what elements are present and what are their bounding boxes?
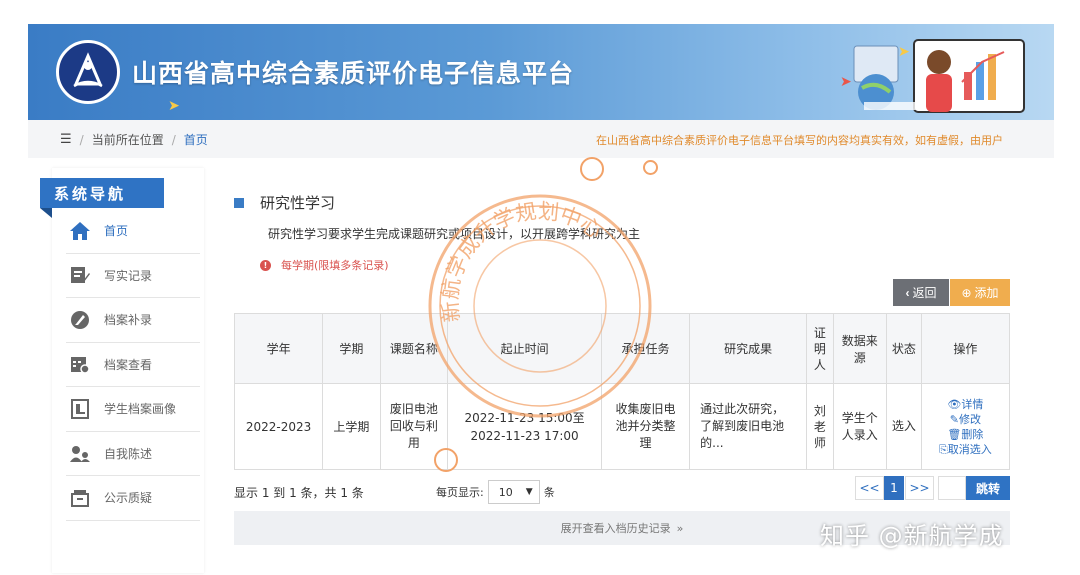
sidebar-item-publicity[interactable]: 公示质疑 — [66, 476, 200, 521]
cell-result: 通过此次研究，了解到废旧电池的... — [689, 383, 807, 470]
cell-year: 2022-2023 — [233, 383, 324, 470]
notice-marquee: 在山西省高中综合素质评价电子信息平台填写的内容均真实有效，如有虚假，由用户 — [596, 134, 1003, 147]
page-size-select[interactable]: 10 ▼ — [487, 480, 540, 504]
sidebar-nav: 首页 写实记录 档案补录 档案查看 学生档案画像 自我陈述 公示质疑 — [66, 209, 200, 521]
cell-task: 收集废旧电池并分类整理 — [600, 383, 691, 470]
unselect-link[interactable]: ⎘取消选入 — [926, 442, 1005, 457]
column-header: 状态 — [885, 313, 922, 384]
plus-circle-icon: ⊕ — [961, 285, 972, 300]
breadcrumb: ☰ / 当前所在位置 / 首页 — [60, 131, 208, 148]
chevron-down-icon: ▼ — [525, 487, 533, 497]
sidebar-item-portrait[interactable]: 学生档案画像 — [66, 387, 200, 432]
home-icon — [66, 220, 94, 242]
table-row: 2022-2023 上学期 废旧电池回收与利用 2022-11-23 15:00… — [233, 383, 1011, 470]
cell-term: 上学期 — [322, 383, 381, 470]
site-header: 山西省高中综合素质评价电子信息平台 ➤ ➤ ➤ — [28, 24, 1054, 120]
column-header: 操作 — [920, 313, 1011, 384]
chevron-left-icon: ‹ — [905, 285, 910, 300]
sidebar-item-label: 学生档案画像 — [104, 402, 177, 417]
cell-topic: 废旧电池回收与利用 — [379, 383, 449, 470]
sidebar-item-label: 公示质疑 — [104, 491, 153, 506]
column-header: 研究成果 — [689, 313, 807, 384]
edit-note-icon — [66, 264, 94, 286]
warning-text: 每学期(限填多条记录) — [281, 259, 389, 272]
notice-box-icon — [66, 487, 94, 509]
column-header: 课题名称 — [379, 313, 449, 384]
current-page-button[interactable]: 1 — [884, 476, 904, 500]
sidebar-item-supplement[interactable]: 档案补录 — [66, 298, 200, 343]
eye-icon: 👁 — [947, 397, 962, 411]
profile-doc-icon — [66, 398, 94, 420]
edit-icon: ✎ — [949, 412, 959, 426]
page-frame: 山西省高中综合素质评价电子信息平台 ➤ ➤ ➤ ☰ / 当前所在位置 / 首页 … — [0, 0, 1080, 575]
section-title-text: 研究性学习 — [260, 194, 336, 212]
page-size-value: 10 — [498, 485, 513, 499]
column-header: 起止时间 — [447, 313, 602, 384]
sidebar-item-label: 写实记录 — [104, 268, 153, 283]
sidebar-item-view[interactable]: 档案查看 — [66, 343, 200, 387]
back-button[interactable]: ‹ 返回 — [893, 279, 949, 306]
trash-icon: 🗑 — [947, 427, 962, 441]
expand-history-label: 展开查看入档历史记录 — [560, 522, 671, 535]
section-title: 研究性学习 — [234, 192, 335, 213]
breadcrumb-current[interactable]: 首页 — [184, 131, 208, 148]
cell-source: 学生个人录入 — [832, 383, 887, 470]
page-size-unit: 条 — [543, 486, 555, 499]
cell-witness: 刘老师 — [806, 383, 834, 470]
cell-operations: 👁详情 ✎修改 🗑删除 ⎘取消选入 — [920, 383, 1011, 470]
research-table: 学年 学期 课题名称 起止时间 承担任务 研究成果 证明人 数据来源 状态 操作… — [233, 313, 1011, 470]
breadcrumb-bar: ☰ / 当前所在位置 / 首页 在山西省高中综合素质评价电子信息平台填写的内容均… — [28, 120, 1054, 158]
add-button-label: 添加 — [974, 286, 999, 300]
jump-page-input[interactable] — [938, 476, 966, 500]
platform-logo — [56, 40, 120, 104]
table-header-row: 学年 学期 课题名称 起止时间 承担任务 研究成果 证明人 数据来源 状态 操作 — [233, 313, 1011, 384]
column-header: 数据来源 — [832, 313, 887, 384]
sidebar-item-label: 首页 — [104, 224, 129, 239]
prev-page-button[interactable]: << — [855, 476, 884, 500]
breadcrumb-separator: / — [79, 132, 84, 147]
paper-plane-icon: ➤ — [168, 98, 180, 114]
sidebar-item-record[interactable]: 写实记录 — [66, 254, 200, 298]
jump-button[interactable]: 跳转 — [966, 476, 1010, 500]
sidebar-item-label: 自我陈述 — [104, 446, 153, 461]
logo-icon — [73, 52, 103, 88]
pencil-circle-icon — [66, 309, 94, 331]
back-button-label: 返回 — [912, 286, 937, 300]
edit-link[interactable]: ✎修改 — [926, 412, 1005, 427]
pagination-info: 显示 1 到 1 条，共 1 条 — [234, 486, 364, 500]
cell-status: 选入 — [885, 383, 922, 470]
exclamation-icon: ! — [260, 259, 271, 271]
user-speak-icon — [66, 442, 94, 464]
sidebar: 系统导航 首页 写实记录 档案补录 档案查看 学生档案画像 自我陈述 公示质疑 — [40, 168, 204, 573]
add-button[interactable]: ⊕ 添加 — [950, 279, 1010, 306]
detail-link[interactable]: 👁详情 — [926, 397, 1005, 412]
section-description: 研究性学习要求学生完成课题研究或项目设计，以开展跨学科研究为主 — [268, 227, 641, 241]
warning-note: ! 每学期(限填多条记录) — [260, 257, 389, 273]
sidebar-item-label: 档案补录 — [104, 313, 153, 328]
calendar-view-icon — [66, 353, 94, 375]
teacher-illustration — [853, 39, 1025, 113]
double-chevron-down-icon: » — [676, 521, 684, 535]
page-size-control: 每页显示: 10 ▼ 条 — [436, 480, 555, 504]
next-page-button[interactable]: >> — [905, 476, 934, 500]
sidebar-item-statement[interactable]: 自我陈述 — [66, 432, 200, 476]
column-header: 承担任务 — [600, 313, 691, 384]
sidebar-item-home[interactable]: 首页 — [66, 209, 200, 254]
zhihu-watermark: 知乎 @新航学成 — [820, 522, 1004, 550]
column-header: 学年 — [233, 313, 324, 384]
page-size-label: 每页显示: — [436, 486, 484, 499]
breadcrumb-location: 当前所在位置 — [91, 133, 164, 147]
column-header: 学期 — [322, 313, 381, 384]
delete-link[interactable]: 🗑删除 — [926, 427, 1005, 442]
cancel-doc-icon: ⎘ — [938, 442, 948, 456]
sidebar-item-label: 档案查看 — [104, 357, 153, 372]
menu-icon[interactable]: ☰ — [60, 132, 72, 147]
main-panel: 研究性学习 研究性学习要求学生完成课题研究或项目设计，以开展跨学科研究为主 ! … — [214, 168, 1038, 573]
sidebar-heading: 系统导航 — [40, 178, 164, 218]
cell-time: 2022-11-23 15:00至2022-11-23 17:00 — [447, 383, 602, 470]
column-header: 证明人 — [806, 313, 834, 384]
breadcrumb-separator: / — [171, 132, 176, 147]
square-bullet-icon — [234, 197, 244, 208]
site-title: 山西省高中综合素质评价电子信息平台 — [132, 59, 575, 88]
